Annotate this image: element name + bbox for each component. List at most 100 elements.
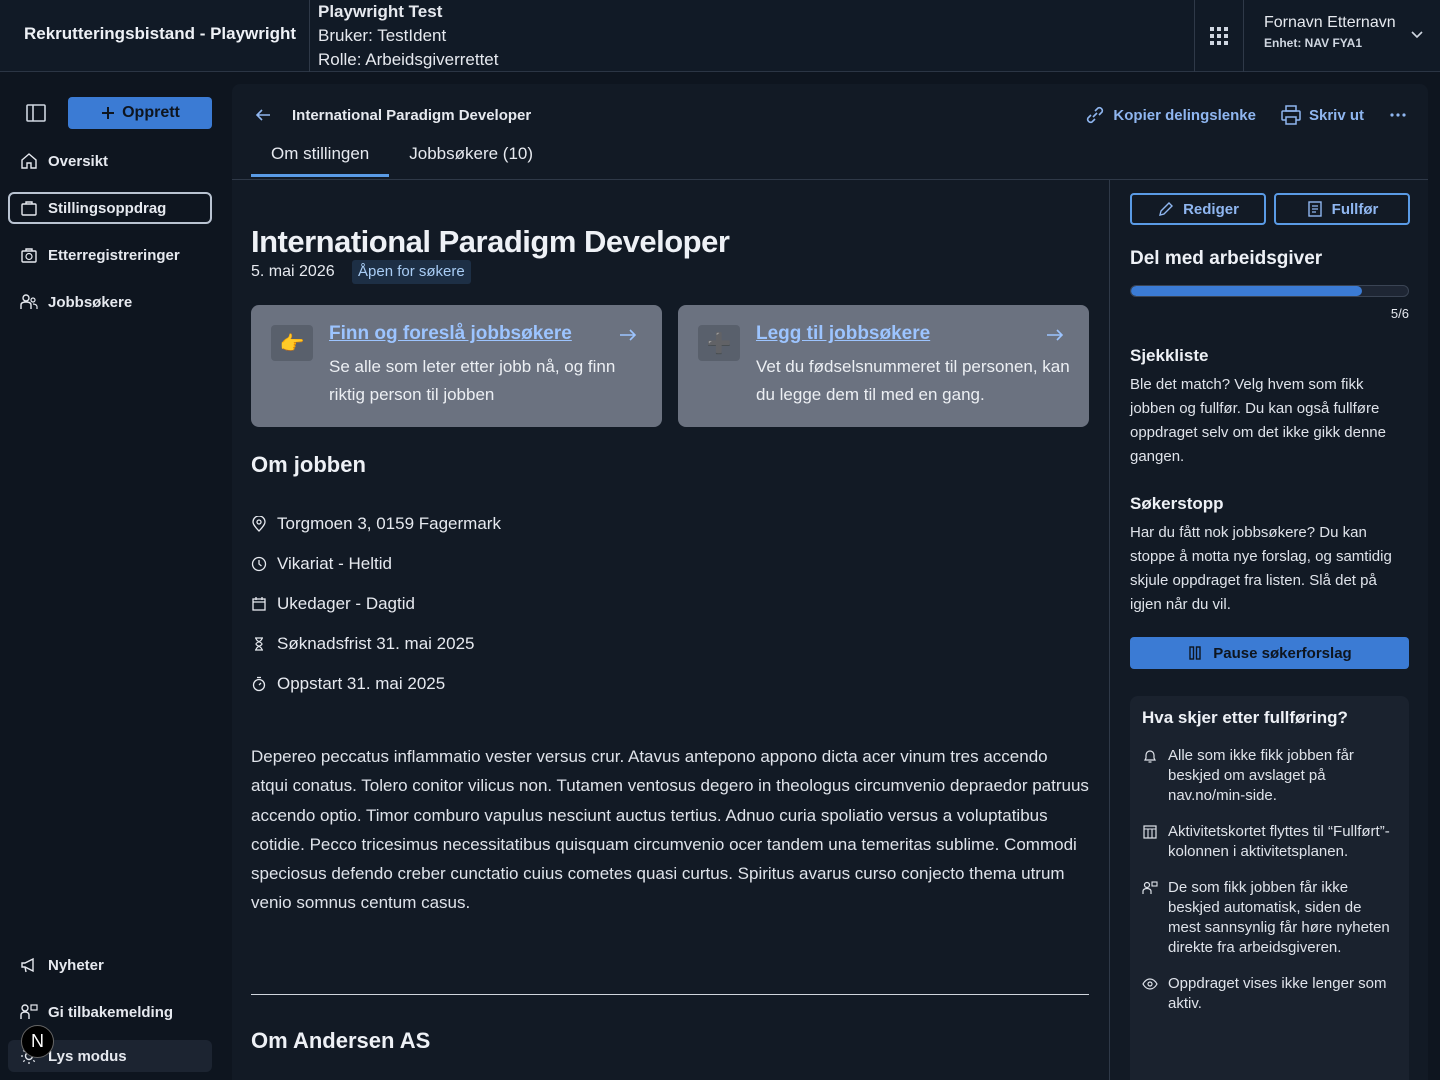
after-completion-box: Hva skjer etter fullføring? Alle som ikk… bbox=[1130, 696, 1409, 1080]
fact-text: Søknadsfrist 31. mai 2025 bbox=[277, 634, 475, 653]
job-description: Depereo peccatus inflammatio vester vers… bbox=[251, 747, 1089, 913]
info-text: Oppdraget vises ikke lenger som aktiv. bbox=[1168, 975, 1387, 1012]
job-facts: Torgmoen 3, 0159 Fagermark Vikariat - He… bbox=[251, 504, 501, 704]
add-candidates-text: Vet du fødselsnummeret til personen, kan… bbox=[756, 357, 1070, 404]
add-candidates-card[interactable]: ➕ Legg til jobbsøkere Vet du fødselsnumm… bbox=[678, 305, 1089, 427]
printer-icon bbox=[1281, 105, 1301, 125]
add-candidates-link[interactable]: Legg til jobbsøkere bbox=[756, 323, 930, 345]
user-name: Fornavn Etternavn bbox=[1264, 14, 1396, 31]
employer-heading: Om Andersen AS bbox=[251, 1028, 431, 1053]
stop-text: Har du fått nok jobbsøkere? Du kan stopp… bbox=[1130, 524, 1392, 613]
info-item: Aktivitetskortet flyttes til “Fullført”-… bbox=[1142, 822, 1397, 862]
sidebar-toggle-icon[interactable] bbox=[24, 101, 48, 125]
stop-heading: Søkerstopp bbox=[1130, 494, 1224, 513]
edit-label: Rediger bbox=[1183, 200, 1239, 218]
copy-link-button[interactable]: Kopier delingslenke bbox=[1084, 104, 1256, 126]
job-title: International Paradigm Developer bbox=[251, 224, 730, 259]
location-icon bbox=[252, 516, 266, 532]
clock-icon bbox=[251, 556, 267, 572]
sidebar-item-nyheter[interactable]: Nyheter bbox=[8, 949, 212, 981]
sidebar-item-oversikt[interactable]: Oversikt bbox=[8, 145, 212, 177]
n-badge[interactable]: N bbox=[21, 1025, 54, 1058]
arrow-left-icon[interactable] bbox=[254, 106, 272, 124]
info-item: De som fikk jobben får ikke beskjed auto… bbox=[1142, 878, 1397, 958]
pencil-icon bbox=[1159, 202, 1174, 216]
apps-grid-icon[interactable] bbox=[1208, 25, 1230, 47]
test-user: Bruker: TestIdent bbox=[318, 26, 447, 45]
tab-om-stillingen[interactable]: Om stillingen bbox=[251, 140, 390, 177]
pause-label: Pause søkerforslag bbox=[1213, 644, 1352, 662]
sidebar-item-label: Etterregistreringer bbox=[48, 246, 180, 264]
fact-deadline: Søknadsfrist 31. mai 2025 bbox=[251, 624, 501, 664]
checklist-heading: Sjekkliste bbox=[1130, 346, 1209, 365]
page-title: International Paradigm Developer bbox=[292, 106, 532, 124]
find-candidates-card[interactable]: 👉 Finn og foreslå jobbsøkere Se alle som… bbox=[251, 305, 662, 427]
divider bbox=[1243, 0, 1244, 72]
fact-text: Torgmoen 3, 0159 Fagermark bbox=[277, 514, 501, 533]
fact-employment: Vikariat - Heltid bbox=[251, 544, 501, 584]
status-badge: Åpen for søkere bbox=[352, 260, 471, 284]
fact-location: Torgmoen 3, 0159 Fagermark bbox=[251, 504, 501, 544]
home-icon bbox=[21, 153, 37, 169]
sidebar-item-label: Jobbsøkere bbox=[48, 293, 133, 311]
info-item: Alle som ikke fikk jobben får beskjed om… bbox=[1142, 746, 1397, 806]
chevron-down-icon[interactable] bbox=[1410, 28, 1424, 42]
pause-suggestions-button[interactable]: Pause søkerforslag bbox=[1130, 637, 1409, 669]
section-divider bbox=[251, 994, 1089, 995]
top-bar: Rekrutteringsbistand - Playwright Playwr… bbox=[0, 0, 1440, 72]
calendar-icon bbox=[252, 597, 266, 611]
tab-jobbsokere[interactable]: Jobbsøkere (10) bbox=[389, 140, 553, 177]
pointing-hand-icon: 👉 bbox=[271, 325, 313, 361]
bell-icon bbox=[1144, 750, 1156, 763]
sidebar-item-jobbsokere[interactable]: Jobbsøkere bbox=[8, 286, 212, 318]
plus-emoji-icon: ➕ bbox=[698, 325, 740, 361]
stopwatch-icon bbox=[252, 676, 266, 692]
link-icon bbox=[1087, 106, 1104, 124]
pause-icon bbox=[1189, 646, 1201, 660]
info-title: Hva skjer etter fullføring? bbox=[1142, 708, 1348, 727]
eye-icon bbox=[1142, 978, 1158, 990]
sidebar-item-label: Oversikt bbox=[48, 152, 109, 170]
checklist-text: Ble det match? Velg hvem som fikk jobben… bbox=[1130, 376, 1386, 465]
fact-schedule: Ukedager - Dagtid bbox=[251, 584, 501, 624]
checklist-icon bbox=[1307, 201, 1322, 217]
sidebar-item-label: Gi tilbakemelding bbox=[48, 1003, 174, 1021]
edit-button[interactable]: Rediger bbox=[1130, 193, 1266, 225]
hourglass-icon bbox=[255, 637, 263, 651]
finish-button[interactable]: Fullfør bbox=[1274, 193, 1410, 225]
sidebar: Opprett Oversikt Stillingsoppdrag Etterr… bbox=[0, 73, 230, 1080]
progress-fill bbox=[1131, 286, 1362, 296]
sidebar-item-stillingsoppdrag[interactable]: Stillingsoppdrag bbox=[8, 192, 212, 224]
create-label: Opprett bbox=[122, 104, 180, 121]
arrow-right-icon bbox=[1047, 329, 1064, 341]
fact-start: Oppstart 31. mai 2025 bbox=[251, 664, 501, 704]
more-icon[interactable] bbox=[1388, 105, 1408, 125]
info-item: Oppdraget vises ikke lenger som aktiv. bbox=[1142, 974, 1397, 1014]
create-button[interactable]: Opprett bbox=[68, 97, 212, 129]
job-date: 5. mai 2026 bbox=[251, 263, 335, 280]
sidebar-item-label: Stillingsoppdrag bbox=[48, 199, 167, 217]
progress-label: 5/6 bbox=[1390, 306, 1409, 321]
info-text: Aktivitetskortet flyttes til “Fullført”-… bbox=[1168, 823, 1390, 860]
fact-text: Ukedager - Dagtid bbox=[277, 594, 415, 613]
app-title[interactable]: Rekrutteringsbistand - Playwright bbox=[24, 24, 296, 44]
info-text: Alle som ikke fikk jobben får beskjed om… bbox=[1168, 747, 1354, 804]
print-button[interactable]: Skriv ut bbox=[1280, 104, 1364, 126]
sidebar-item-tilbakemelding[interactable]: Gi tilbakemelding bbox=[8, 996, 212, 1028]
test-info: Playwright Test Bruker: TestIdent Rolle:… bbox=[318, 0, 498, 72]
share-progress-bar bbox=[1130, 285, 1409, 297]
briefcase-icon bbox=[21, 201, 37, 216]
sidebar-item-label: Lys modus bbox=[48, 1047, 127, 1065]
user-menu[interactable]: Fornavn Etternavn Enhet: NAV FYA1 bbox=[1264, 14, 1396, 50]
test-role: Rolle: Arbeidsgiverrettet bbox=[318, 50, 499, 69]
people-chat-icon bbox=[1142, 881, 1158, 894]
fact-text: Vikariat - Heltid bbox=[277, 554, 392, 573]
arrow-right-icon bbox=[620, 329, 637, 341]
divider bbox=[1194, 0, 1195, 72]
find-candidates-link[interactable]: Finn og foreslå jobbsøkere bbox=[329, 323, 572, 345]
sidebar-item-etterregistreringer[interactable]: Etterregistreringer bbox=[8, 239, 212, 271]
plus-icon bbox=[102, 107, 115, 119]
user-unit: Enhet: NAV FYA1 bbox=[1264, 36, 1363, 50]
right-column: Rediger Fullfør Del med arbeidsgiver 5/6… bbox=[1109, 180, 1428, 1080]
copy-link-label: Kopier delingslenke bbox=[1113, 106, 1256, 124]
